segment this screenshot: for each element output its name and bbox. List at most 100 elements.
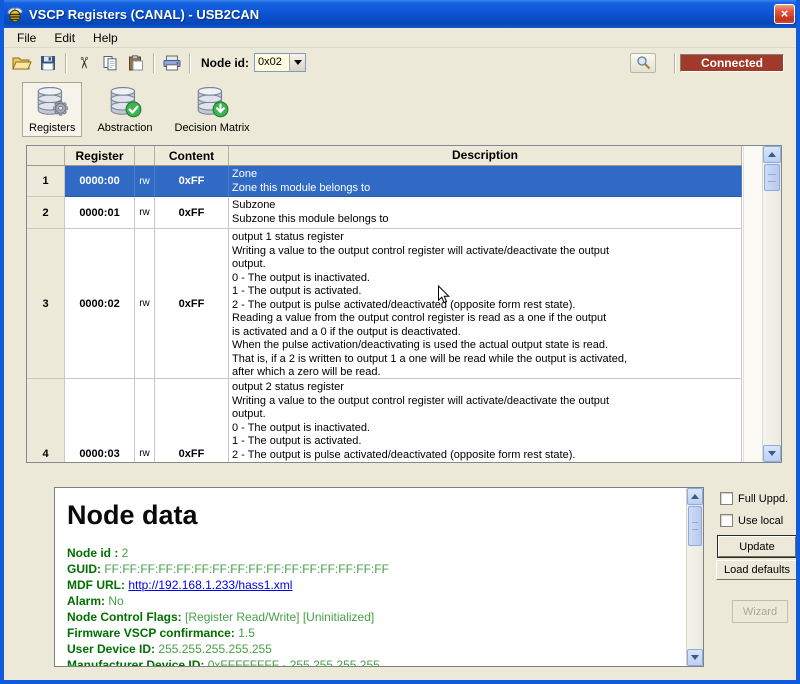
- print-button[interactable]: [160, 52, 184, 74]
- content-cell[interactable]: 0xFF: [155, 166, 229, 197]
- register-cell[interactable]: 0000:00: [65, 166, 135, 197]
- update-button[interactable]: Update: [718, 536, 796, 557]
- header-access[interactable]: [135, 146, 155, 166]
- field-label: MDF URL: [67, 578, 121, 592]
- save-button[interactable]: [36, 52, 60, 74]
- mdf-url-field: MDF URL: http://192.168.1.233/hass1.xml: [67, 577, 686, 593]
- field-label: User Device ID: [67, 642, 151, 656]
- description-cell: Subzone Subzone this module belongs to: [229, 197, 742, 229]
- tab-decision-matrix[interactable]: Decision Matrix: [168, 82, 257, 137]
- field-label: Node Control Flags: [67, 610, 178, 624]
- field-label: GUID: [67, 562, 97, 576]
- scroll-up-button[interactable]: [763, 146, 781, 163]
- menu-edit[interactable]: Edit: [45, 29, 84, 47]
- header-rownum: [27, 146, 65, 166]
- menu-help[interactable]: Help: [84, 29, 127, 47]
- open-button[interactable]: [10, 52, 34, 74]
- node-id-value: 0x02: [255, 54, 289, 71]
- row-number: 1: [27, 166, 65, 197]
- table-row[interactable]: 1 0000:00 rw 0xFF Zone Zone this module …: [27, 166, 743, 197]
- register-grid: Register Content Description 1 0000:00 r…: [26, 145, 782, 463]
- guid-field: GUID: FF:FF:FF:FF:FF:FF:FF:FF:FF:FF:FF:F…: [67, 561, 686, 577]
- register-cell[interactable]: 0000:03: [65, 379, 135, 462]
- content-cell[interactable]: 0xFF: [155, 197, 229, 229]
- register-cell[interactable]: 0000:02: [65, 229, 135, 379]
- field-value: 2: [122, 546, 129, 560]
- node-data-panel: Node data Node id : 2 GUID: FF:FF:FF:FF:…: [54, 487, 704, 667]
- field-label: Alarm: [67, 594, 101, 608]
- title-bar: VSCP Registers (CANAL) - USB2CAN ×: [0, 0, 800, 28]
- database-gear-icon: [34, 86, 70, 120]
- tab-abstraction-label: Abstraction: [97, 122, 152, 134]
- connection-status-button[interactable]: Connected: [680, 54, 784, 72]
- user-device-id-field: User Device ID: 255.255.255.255.255: [67, 641, 686, 657]
- cut-button[interactable]: ✂: [72, 52, 96, 74]
- app-window: VSCP Registers (CANAL) - USB2CAN × File …: [0, 0, 800, 684]
- access-cell: rw: [135, 197, 155, 229]
- search-button[interactable]: [630, 53, 656, 73]
- field-value: 255.255.255.255.255: [158, 642, 271, 656]
- cut-icon: ✂: [74, 56, 94, 69]
- search-icon: [636, 55, 651, 70]
- scrollbar-thumb[interactable]: [688, 506, 702, 546]
- field-value: FF:FF:FF:FF:FF:FF:FF:FF:FF:FF:FF:FF:FF:F…: [104, 562, 389, 576]
- chevron-down-icon: [294, 60, 302, 65]
- grid-empty-area: [743, 146, 762, 462]
- tab-abstraction[interactable]: Abstraction: [90, 82, 159, 137]
- panel-vertical-scrollbar[interactable]: [686, 488, 703, 666]
- scroll-down-button[interactable]: [763, 445, 781, 462]
- connection-status-label: Connected: [701, 56, 763, 70]
- table-row[interactable]: 4 0000:03 rw 0xFF output 2 status regist…: [27, 379, 743, 462]
- chevron-down-icon: [691, 655, 699, 660]
- copy-button[interactable]: [98, 52, 122, 74]
- table-row[interactable]: 3 0000:02 rw 0xFF output 1 status regist…: [27, 229, 743, 379]
- node-id-label: Node id:: [201, 56, 249, 70]
- description-cell: output 2 status register Writing a value…: [229, 379, 742, 462]
- tab-decision-matrix-label: Decision Matrix: [175, 122, 250, 134]
- full-update-checkbox-row[interactable]: Full Uppd.: [720, 492, 788, 505]
- full-update-checkbox[interactable]: [720, 492, 733, 505]
- toolbar-separator: [65, 53, 67, 73]
- description-cell: output 1 status register Writing a value…: [229, 229, 742, 379]
- mdf-url-link[interactable]: http://192.168.1.233/hass1.xml: [128, 578, 292, 592]
- paste-button[interactable]: [124, 52, 148, 74]
- header-content[interactable]: Content: [155, 146, 229, 166]
- use-local-checkbox-row[interactable]: Use local: [720, 514, 783, 527]
- combo-dropdown-button[interactable]: [289, 54, 305, 71]
- wizard-button[interactable]: Wizard: [732, 600, 788, 623]
- content-cell[interactable]: 0xFF: [155, 229, 229, 379]
- database-download-icon: [194, 86, 230, 120]
- copy-icon: [102, 55, 118, 71]
- node-id-combobox[interactable]: 0x02: [254, 53, 306, 72]
- table-row[interactable]: 2 0000:01 rw 0xFF Subzone Subzone this m…: [27, 197, 743, 229]
- close-button[interactable]: ×: [774, 4, 795, 24]
- header-register[interactable]: Register: [65, 146, 135, 166]
- save-icon: [40, 55, 56, 71]
- register-cell[interactable]: 0000:01: [65, 197, 135, 229]
- scroll-up-button[interactable]: [687, 488, 703, 505]
- chevron-down-icon: [768, 451, 776, 456]
- field-label: Manufacturer Device ID: [67, 658, 200, 666]
- menu-file[interactable]: File: [8, 29, 45, 47]
- register-grid-body: Register Content Description 1 0000:00 r…: [27, 146, 743, 462]
- chevron-up-icon: [768, 152, 776, 157]
- access-cell: rw: [135, 379, 155, 462]
- row-number: 2: [27, 197, 65, 229]
- tab-registers[interactable]: Registers: [22, 82, 82, 137]
- header-description[interactable]: Description: [229, 146, 742, 166]
- use-local-checkbox[interactable]: [720, 514, 733, 527]
- field-separator: :: [200, 658, 207, 666]
- open-folder-icon: [12, 55, 32, 71]
- field-separator: :: [111, 546, 122, 560]
- scrollbar-thumb[interactable]: [764, 164, 780, 191]
- grid-vertical-scrollbar[interactable]: [762, 146, 781, 462]
- node-id-field: Node id : 2: [67, 545, 686, 561]
- content-cell[interactable]: 0xFF: [155, 379, 229, 462]
- bee-app-icon: [6, 5, 24, 23]
- access-cell: rw: [135, 166, 155, 197]
- scroll-down-button[interactable]: [687, 649, 703, 666]
- field-label: Node id: [67, 546, 111, 560]
- node-control-flags-field: Node Control Flags: [Register Read/Write…: [67, 609, 686, 625]
- load-defaults-button[interactable]: Load defaults: [716, 560, 798, 580]
- toolbar-separator: [674, 53, 676, 73]
